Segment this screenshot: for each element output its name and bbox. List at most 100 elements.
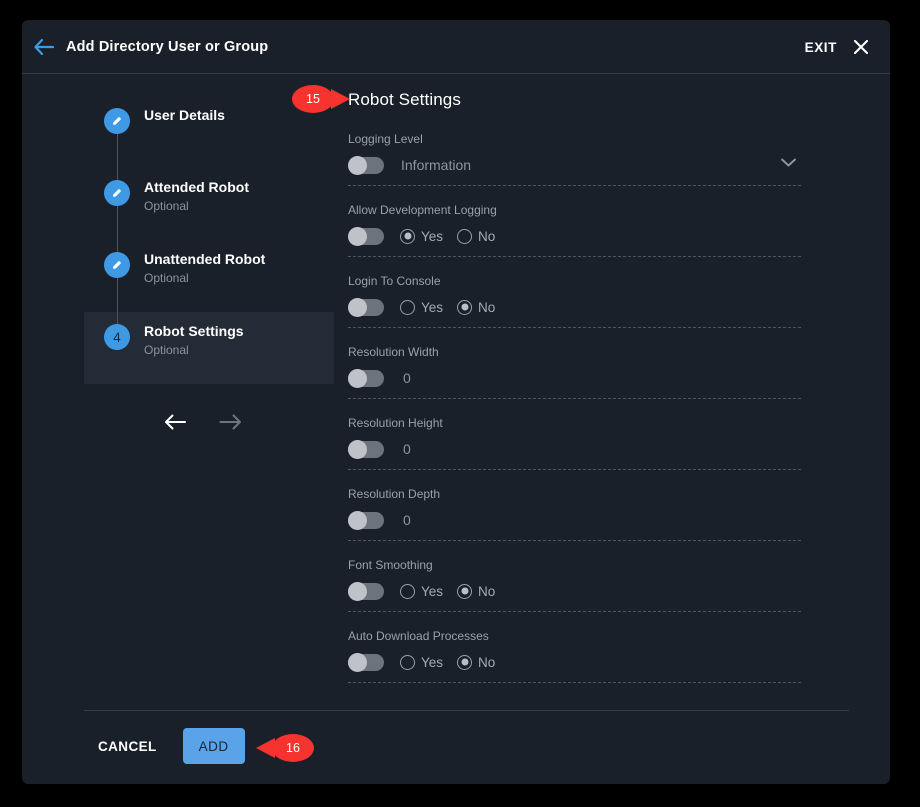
radio-group-login-to-console: Yes No <box>400 300 495 315</box>
radio-label: Yes <box>421 300 443 315</box>
previous-step-arrow-left-icon[interactable] <box>162 408 190 436</box>
radio-dot <box>400 229 415 244</box>
field-row: Yes No <box>348 225 801 247</box>
input-resolution-depth[interactable]: 0 <box>403 512 411 528</box>
dialog-footer: CANCEL ADD <box>22 710 890 784</box>
back-arrow-icon[interactable] <box>22 20 66 74</box>
dialog-header: Add Directory User or Group EXIT <box>22 20 890 74</box>
radio-dot <box>400 655 415 670</box>
field-label: Auto Download Processes <box>348 629 801 644</box>
input-resolution-width[interactable]: 0 <box>403 370 411 386</box>
step-subtitle: Optional <box>144 342 244 358</box>
screen-frame: Add Directory User or Group EXIT <box>0 0 920 807</box>
field-allow-development-logging: Allow Development Logging Yes <box>348 203 801 257</box>
chevron-down-icon[interactable] <box>780 155 797 173</box>
field-login-to-console: Login To Console Yes No <box>348 274 801 328</box>
field-label: Logging Level <box>348 132 801 147</box>
field-row: 0 <box>348 509 801 531</box>
toggle-resolution-depth[interactable] <box>348 512 384 529</box>
step-title: Unattended Robot <box>144 250 265 269</box>
toggle-knob <box>348 369 367 388</box>
field-label: Login To Console <box>348 274 801 289</box>
toggle-auto-download-processes[interactable] <box>348 654 384 671</box>
pencil-icon <box>104 252 130 278</box>
field-resolution-height: Resolution Height 0 <box>348 416 801 470</box>
toggle-resolution-width[interactable] <box>348 370 384 387</box>
radio-label: Yes <box>421 584 443 599</box>
field-row: 0 <box>348 367 801 389</box>
step-text: Unattended Robot Optional <box>144 250 265 286</box>
radio-no[interactable]: No <box>457 584 495 599</box>
wizard-stepper: User Details Attended Robot Optional <box>84 96 334 436</box>
footer-divider <box>84 710 849 711</box>
field-logging-level: Logging Level Information <box>348 132 801 186</box>
radio-label: Yes <box>421 229 443 244</box>
field-label: Resolution Width <box>348 345 801 360</box>
toggle-knob <box>348 227 367 246</box>
sidebar-step-attended-robot[interactable]: Attended Robot Optional <box>84 168 334 240</box>
toggle-knob <box>348 440 367 459</box>
toggle-allow-development-logging[interactable] <box>348 228 384 245</box>
next-step-arrow-right-icon[interactable] <box>216 408 244 436</box>
field-label: Resolution Depth <box>348 487 801 502</box>
annotation-badge-15: 15 <box>292 85 334 113</box>
select-value-logging-level[interactable]: Information <box>401 157 471 173</box>
field-label: Allow Development Logging <box>348 203 801 218</box>
exit-button[interactable]: EXIT <box>805 40 837 55</box>
field-row: Information <box>348 154 801 176</box>
radio-no[interactable]: No <box>457 655 495 670</box>
field-auto-download-processes: Auto Download Processes Yes <box>348 629 801 683</box>
input-resolution-height[interactable]: 0 <box>403 441 411 457</box>
field-row: 0 <box>348 438 801 460</box>
pencil-icon <box>104 180 130 206</box>
header-right-actions: EXIT <box>805 20 872 74</box>
footer-actions: CANCEL ADD <box>84 728 245 764</box>
radio-no[interactable]: No <box>457 300 495 315</box>
radio-dot <box>457 584 472 599</box>
robot-settings-form: Robot Settings Logging Level Information <box>348 90 828 700</box>
step-title: User Details <box>144 106 225 125</box>
step-number: 4 <box>113 330 121 345</box>
step-navigation <box>84 408 334 436</box>
sidebar-step-unattended-robot[interactable]: Unattended Robot Optional <box>84 240 334 312</box>
step-title: Robot Settings <box>144 322 244 341</box>
field-label: Resolution Height <box>348 416 801 431</box>
radio-label: No <box>478 584 495 599</box>
pencil-icon <box>104 108 130 134</box>
radio-yes[interactable]: Yes <box>400 229 443 244</box>
toggle-logging-level[interactable] <box>348 157 384 174</box>
radio-yes[interactable]: Yes <box>400 584 443 599</box>
field-row: Yes No <box>348 580 801 602</box>
radio-label: No <box>478 300 495 315</box>
radio-group-font-smoothing: Yes No <box>400 584 495 599</box>
field-row: Yes No <box>348 296 801 318</box>
radio-dot <box>457 300 472 315</box>
annotation-badge-16: 16 <box>272 734 314 762</box>
sidebar-step-robot-settings[interactable]: 4 Robot Settings Optional <box>84 312 334 384</box>
field-font-smoothing: Font Smoothing Yes No <box>348 558 801 612</box>
close-x-icon[interactable] <box>850 36 872 58</box>
cancel-button[interactable]: CANCEL <box>84 729 171 764</box>
radio-label: Yes <box>421 655 443 670</box>
toggle-resolution-height[interactable] <box>348 441 384 458</box>
radio-dot <box>400 584 415 599</box>
radio-label: No <box>478 229 495 244</box>
radio-dot <box>457 655 472 670</box>
toggle-font-smoothing[interactable] <box>348 583 384 600</box>
field-row: Yes No <box>348 651 801 673</box>
radio-dot <box>457 229 472 244</box>
toggle-knob <box>348 156 367 175</box>
toggle-login-to-console[interactable] <box>348 299 384 316</box>
field-resolution-width: Resolution Width 0 <box>348 345 801 399</box>
radio-yes[interactable]: Yes <box>400 300 443 315</box>
radio-no[interactable]: No <box>457 229 495 244</box>
toggle-knob <box>348 653 367 672</box>
add-directory-user-dialog: Add Directory User or Group EXIT <box>22 20 890 784</box>
radio-yes[interactable]: Yes <box>400 655 443 670</box>
radio-group-allow-development-logging: Yes No <box>400 229 495 244</box>
dialog-title: Add Directory User or Group <box>66 39 268 55</box>
toggle-knob <box>348 582 367 601</box>
step-title: Attended Robot <box>144 178 249 197</box>
toggle-knob <box>348 298 367 317</box>
add-button[interactable]: ADD <box>183 728 245 764</box>
